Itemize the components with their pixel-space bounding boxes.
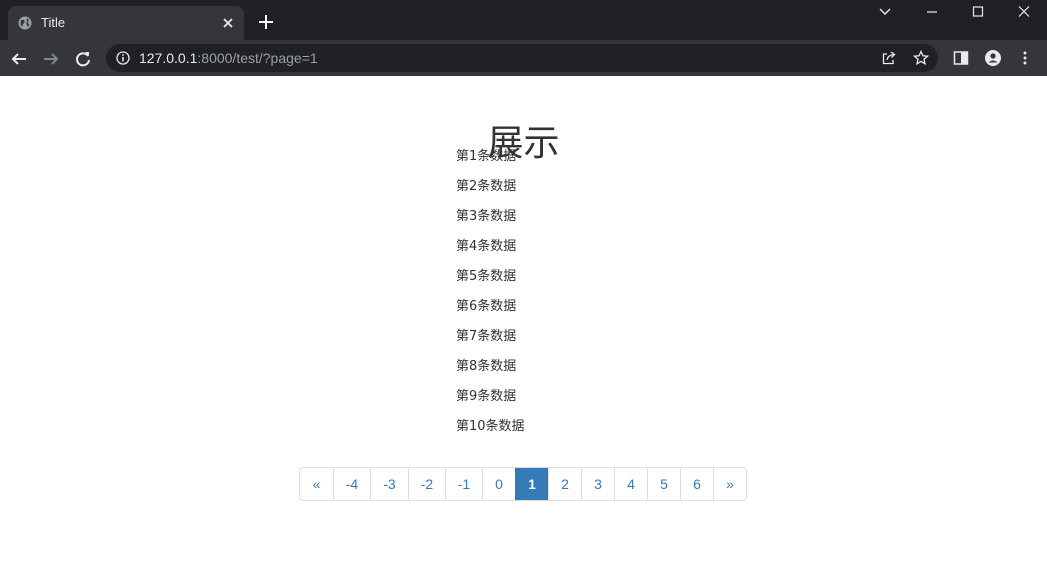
pagination-page--2[interactable]: -2: [408, 468, 445, 500]
list-item: 第7条数据: [456, 329, 517, 344]
list-item: 第2条数据: [456, 179, 517, 194]
pagination-next-button[interactable]: »: [713, 468, 746, 500]
pagination-page-6[interactable]: 6: [680, 468, 713, 500]
browser-tab[interactable]: Title: [8, 6, 244, 40]
pagination-page-2[interactable]: 2: [548, 468, 581, 500]
side-panel-icon[interactable]: [953, 50, 969, 66]
pagination-page-5[interactable]: 5: [647, 468, 680, 500]
globe-icon: [18, 16, 32, 30]
share-icon[interactable]: [881, 50, 897, 66]
pagination-page-3[interactable]: 3: [581, 468, 614, 500]
list-item: 第5条数据: [456, 269, 517, 284]
new-tab-plus-icon[interactable]: [258, 14, 274, 30]
info-icon[interactable]: [116, 51, 130, 65]
tab-search-chevron-down-icon[interactable]: [877, 5, 893, 19]
list-item: 第9条数据: [456, 389, 517, 404]
address-bar[interactable]: 127.0.0.1:8000/test/?page=1: [106, 44, 938, 72]
reload-icon[interactable]: [74, 50, 92, 68]
close-tab-icon[interactable]: [220, 15, 236, 31]
pagination-page-1[interactable]: 1: [515, 468, 548, 500]
bookmark-star-icon[interactable]: [913, 50, 929, 66]
list-item: 第6条数据: [456, 299, 517, 314]
url-text[interactable]: 127.0.0.1:8000/test/?page=1: [139, 50, 318, 66]
maximize-icon[interactable]: [970, 5, 986, 19]
pagination: «-4 -3 -2 -1 0 1 2 3 4 5 6»: [299, 467, 747, 501]
profile-avatar-icon[interactable]: [985, 50, 1001, 66]
url-path: :8000/test/?page=1: [197, 50, 318, 66]
pagination-page--1[interactable]: -1: [445, 468, 482, 500]
list-item: 第4条数据: [456, 239, 517, 254]
pagination-page-4[interactable]: 4: [614, 468, 647, 500]
list-item: 第3条数据: [456, 209, 517, 224]
pagination-page--4[interactable]: -4: [333, 468, 370, 500]
browser-toolbar: 127.0.0.1:8000/test/?page=1: [0, 40, 1047, 76]
url-host: 127.0.0.1: [139, 50, 198, 66]
tab-title: Title: [41, 15, 66, 30]
pagination-page--3[interactable]: -3: [370, 468, 408, 500]
minimize-icon[interactable]: [924, 5, 940, 19]
list-item: 第1条数据: [456, 149, 517, 164]
page-content: 展示 第1条数据 第2条数据 第3条数据 第4条数据 第5条数据 第6条数据 第7条数据 第8…: [0, 76, 1047, 588]
browser-titlebar: Title: [0, 0, 1047, 40]
back-arrow-icon[interactable]: [10, 50, 28, 68]
close-window-icon[interactable]: [1016, 5, 1032, 19]
list-item: 第8条数据: [456, 359, 517, 374]
pagination-page-0[interactable]: 0: [482, 468, 515, 500]
pagination-prev-button[interactable]: «: [300, 468, 333, 500]
data-list: 第1条数据第2条数据第3条数据第4条数据第5条数据第6条数据第7条数据第8条数据…: [456, 146, 525, 446]
more-menu-icon[interactable]: [1017, 50, 1033, 66]
forward-arrow-icon[interactable]: [42, 50, 60, 68]
list-item: 第10条数据: [456, 419, 525, 434]
